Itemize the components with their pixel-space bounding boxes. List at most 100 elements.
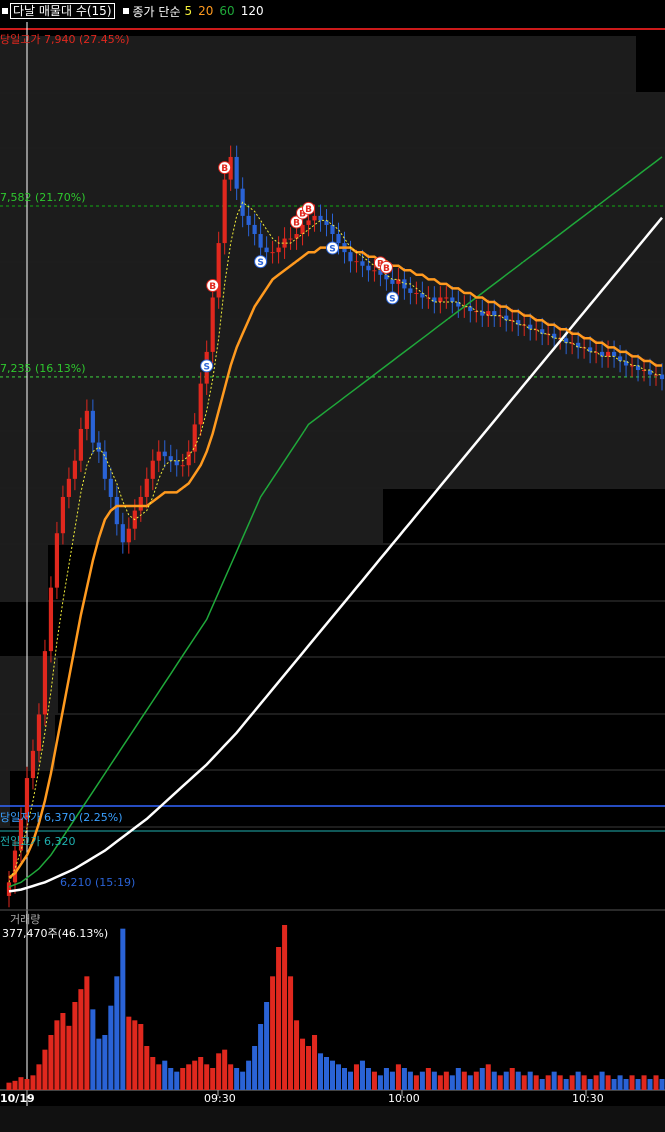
volume-bar (300, 1038, 306, 1090)
volume-bar (294, 1020, 300, 1090)
volume-bar (12, 1080, 18, 1090)
candle-body (312, 215, 317, 221)
candle-body (120, 524, 125, 543)
volume-bar (419, 1071, 425, 1090)
volume-bar (407, 1071, 413, 1090)
signal-letter: B (221, 164, 228, 174)
volume-bar (371, 1071, 377, 1090)
candle-body (90, 410, 95, 443)
volume-bar (659, 1079, 665, 1090)
volume-bar (312, 1035, 318, 1090)
candle-body (162, 451, 167, 457)
volume-bar (461, 1071, 467, 1090)
volume-bar (240, 1071, 246, 1090)
candle-body (659, 374, 665, 380)
volume-bar (437, 1075, 443, 1090)
level-7235-label: 7,235 (16.13%) (0, 362, 86, 375)
volume-bar (192, 1060, 198, 1090)
candle-body (564, 338, 569, 343)
volume-bar (581, 1075, 587, 1090)
volume-bar (347, 1071, 353, 1090)
candle-body (96, 442, 101, 452)
volume-bar (144, 1046, 150, 1090)
candle-body (36, 714, 42, 751)
signal-letter: S (257, 258, 263, 268)
volume-bar (228, 1064, 234, 1090)
candle-body (12, 850, 18, 883)
candle-body (366, 265, 371, 271)
candle-body (126, 528, 131, 543)
volume-bar (6, 1082, 12, 1090)
candle-body (180, 465, 185, 467)
volume-bar (473, 1071, 479, 1090)
volume-bar (443, 1071, 449, 1090)
volume-bar (48, 1035, 54, 1090)
volume-bar (359, 1060, 365, 1090)
candle-body (438, 297, 443, 303)
candle-body (444, 297, 449, 299)
volume-bar (599, 1071, 605, 1090)
x-tick-1000: 10:00 (388, 1092, 420, 1105)
candle-body (354, 261, 359, 263)
volume-profile-band (0, 94, 665, 147)
candle-body (318, 215, 323, 221)
volume-bar (653, 1075, 659, 1090)
volume-bar (413, 1075, 419, 1090)
candle-body (78, 428, 83, 461)
volume-bar (431, 1071, 437, 1090)
candle-body (156, 451, 161, 461)
volume-bar (270, 976, 276, 1090)
candle-body (258, 234, 263, 248)
prev-high-label: 전일고가 6,320 (0, 835, 76, 848)
volume-bar (623, 1079, 629, 1090)
candle-body (264, 247, 269, 253)
candle-body (144, 478, 149, 497)
volume-bar (515, 1071, 521, 1090)
volume-bar (353, 1064, 359, 1090)
volume-bar (252, 1046, 258, 1090)
candle-body (66, 478, 72, 497)
volume-bar (174, 1071, 180, 1090)
volume-bar (365, 1068, 371, 1090)
volume-bar (605, 1075, 611, 1090)
volume-bar (491, 1071, 497, 1090)
volume-bar (335, 1064, 342, 1090)
volume-bar (138, 1024, 144, 1090)
signal-letter: S (329, 245, 335, 255)
signal-letter: B (383, 264, 390, 274)
volume-bar (210, 1068, 216, 1090)
volume-bar (126, 1016, 132, 1090)
chart-canvas[interactable]: BSBSBB BSB BS (0, 0, 665, 1132)
low-level-label: 당일저가 6,370 (2.25%) (0, 811, 123, 824)
candle-body (468, 306, 473, 312)
volume-bar (611, 1079, 617, 1090)
volume-bar (323, 1057, 330, 1090)
candle-body (336, 234, 341, 244)
candle-body (252, 224, 257, 235)
volume-bar (503, 1071, 509, 1090)
volume-bar (455, 1068, 461, 1090)
volume-profile-band (0, 432, 665, 487)
volume-bar (120, 928, 126, 1090)
volume-bar (587, 1079, 593, 1090)
candle-body (102, 451, 107, 479)
volume-bar (156, 1064, 162, 1090)
volume-bar (533, 1075, 539, 1090)
candle-body (246, 215, 251, 225)
candle-body (48, 587, 54, 652)
candle-body (480, 311, 485, 316)
candle-body (348, 252, 353, 262)
candle-body (60, 496, 66, 534)
candle-body (372, 270, 377, 272)
volume-bar (264, 1002, 270, 1090)
volume-subtitle: 377,470주(46.13%) (2, 927, 109, 940)
volume-profile-band (0, 658, 58, 713)
candle-body (324, 220, 329, 225)
candle-body (234, 156, 239, 189)
volume-bar (509, 1068, 515, 1090)
candle-body (276, 247, 281, 253)
volume-bar (485, 1064, 491, 1090)
candle-body (210, 297, 215, 352)
volume-bar (551, 1071, 557, 1090)
candle-body (294, 234, 299, 239)
